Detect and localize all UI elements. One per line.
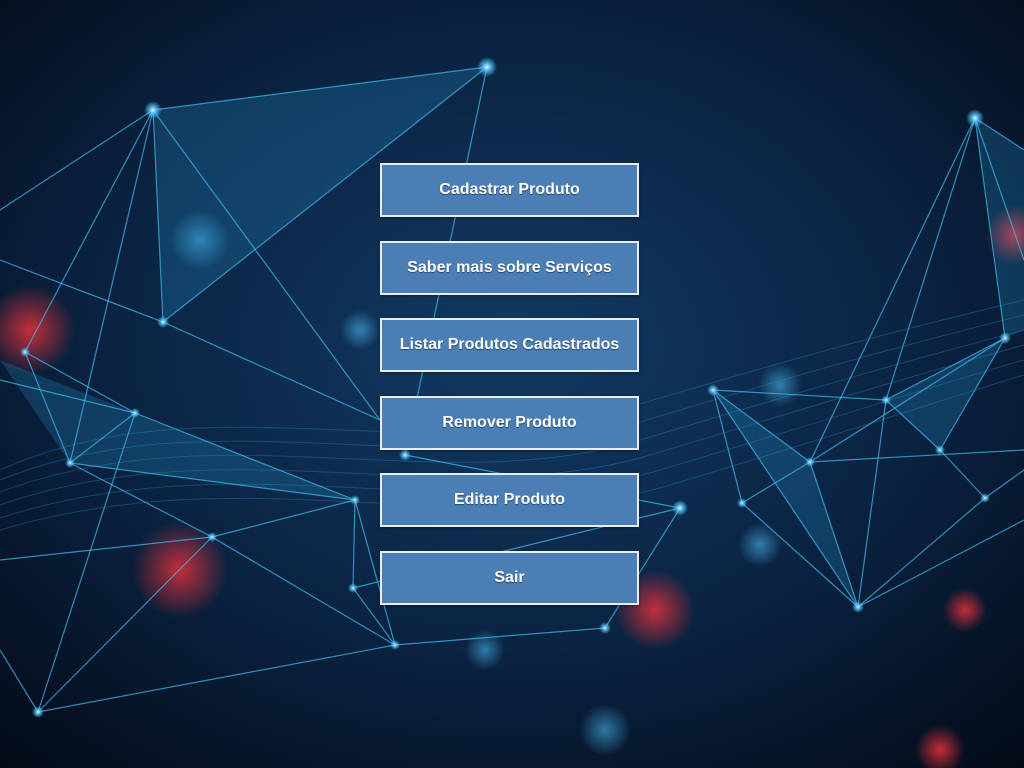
remove-product-button[interactable]: Remover Produto (380, 395, 639, 450)
exit-label: Sair (494, 568, 525, 586)
register-product-label: Cadastrar Produto (439, 181, 580, 198)
edit-product-label: Editar Produto (453, 491, 566, 509)
list-products-label: Listar Produtos Cadastrados (399, 336, 620, 354)
list-products-button[interactable]: Listar Produtos Cadastrados (380, 318, 639, 373)
register-product-button[interactable]: Cadastrar Produto (380, 163, 639, 217)
edit-product-button[interactable]: Editar Produto (380, 473, 639, 528)
exit-button[interactable]: Sair (380, 550, 639, 605)
remove-product-label: Remover Produto (442, 413, 577, 431)
main-menu: Cadastrar Produto Saber mais sobre Servi… (380, 163, 639, 629)
services-info-label: Saber mais sobre Serviços (407, 258, 612, 276)
services-info-button[interactable]: Saber mais sobre Serviços (380, 240, 639, 295)
